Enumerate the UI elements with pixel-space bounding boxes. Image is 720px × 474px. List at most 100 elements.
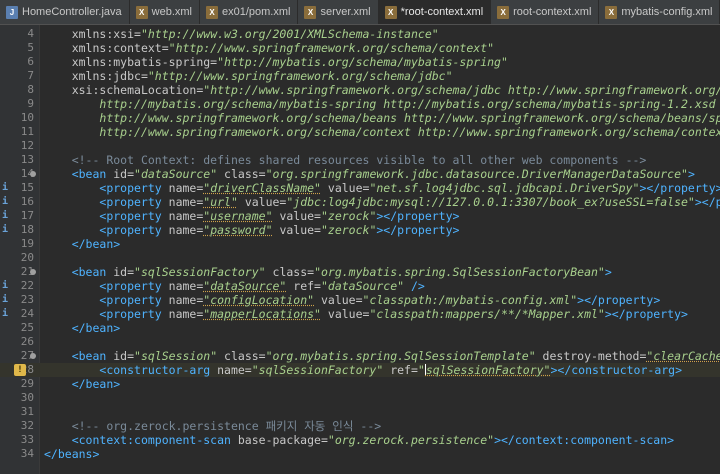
code-text[interactable]: <property name="mapperLocations" value="… [44, 307, 688, 321]
code-token: value= [320, 307, 370, 321]
code-line[interactable]: 25 </bean> [0, 321, 720, 335]
xml-file-icon: X [605, 5, 618, 19]
info-marker-icon[interactable]: i [2, 195, 8, 209]
code-line[interactable]: 19 </bean> [0, 237, 720, 251]
code-token: xmlns:xsi= [71, 27, 141, 41]
code-line[interactable]: 27 <bean id="sqlSession" class="org.myba… [0, 349, 720, 363]
code-line[interactable]: 17 i <property name="username" value="zer… [0, 209, 720, 223]
code-line[interactable]: 18 i <property name="password" value="zer… [0, 223, 720, 237]
info-marker-icon[interactable]: i [2, 181, 8, 195]
code-text[interactable]: </beans> [44, 447, 99, 461]
code-text[interactable]: <property name="url" value="jdbc:log4jdb… [44, 195, 720, 209]
editor-tab-label: HomeController.java [22, 6, 122, 18]
editor-tab[interactable]: Xex01/pom.xml [200, 0, 299, 24]
code-text[interactable]: <context:component-scan base-package="or… [44, 433, 674, 447]
code-line[interactable]: 22 i <property name="dataSource" ref="dat… [0, 279, 720, 293]
code-line[interactable]: 13 <!-- Root Context: defines shared res… [0, 153, 720, 167]
code-line[interactable]: 4 xmlns:xsi="http://www.w3.org/2001/XMLS… [0, 27, 720, 41]
code-line[interactable]: 23 i <property name="configLocation" valu… [0, 293, 720, 307]
info-marker-icon[interactable]: i [2, 293, 8, 307]
line-number: 27 [20, 349, 34, 362]
code-text[interactable]: <property name="password" value="zerock"… [44, 223, 459, 237]
code-token: sqlSessionFactory" [425, 363, 551, 377]
code-token: class= [217, 167, 266, 181]
editor-tab[interactable]: Xweb.xml [130, 0, 200, 24]
code-line[interactable]: 5 xmlns:context="http://www.springframew… [0, 41, 720, 55]
code-line[interactable]: 6 xmlns:mybatis-spring="http://mybatis.o… [0, 55, 720, 69]
code-token: "mapperLocations" [203, 307, 321, 321]
editor-tab[interactable]: Xserver.xml [298, 0, 379, 24]
code-token: ></property> [694, 195, 720, 209]
code-text[interactable]: xmlns:jdbc="http://www.springframework.o… [44, 69, 453, 83]
code-text[interactable]: http://www.springframework.org/schema/be… [44, 111, 720, 125]
code-text[interactable]: <property name="dataSource" ref="dataSou… [44, 279, 424, 293]
xml-file-icon: X [497, 5, 510, 19]
code-token: ></constructor-arg> [550, 363, 683, 377]
code-line[interactable]: 30 [0, 391, 720, 405]
fold-toggle-icon[interactable] [30, 269, 36, 275]
code-text[interactable]: <bean id="dataSource" class="org.springf… [44, 167, 695, 181]
code-line[interactable]: 9 http://mybatis.org/schema/mybatis-spri… [0, 97, 720, 111]
editor-tab[interactable]: Xroot-context.xml [491, 0, 600, 24]
editor-tab[interactable]: X *root-context.xml [378, 0, 492, 24]
code-line[interactable]: 33 <context:component-scan base-package=… [0, 433, 720, 447]
code-token: ref= [286, 279, 321, 293]
code-line[interactable]: 8 xsi:schemaLocation="http://www.springf… [0, 83, 720, 97]
code-text[interactable]: http://www.springframework.org/schema/co… [44, 125, 720, 139]
code-line[interactable]: 12 [0, 139, 720, 153]
code-text[interactable]: http://mybatis.org/schema/mybatis-spring… [44, 97, 715, 111]
code-line[interactable]: 34 </beans> [0, 447, 720, 461]
code-text[interactable]: <bean id="sqlSessionFactory" class="org.… [44, 265, 612, 279]
info-marker-icon[interactable]: i [2, 223, 8, 237]
code-text[interactable]: xmlns:context="http://www.springframewor… [44, 41, 494, 55]
code-token: "http://www.springframework.org/schema/j… [203, 83, 720, 97]
editor-tab[interactable]: Xmybatis-config.xml [599, 0, 720, 24]
info-marker-icon[interactable]: i [2, 279, 8, 293]
code-text[interactable]: xmlns:mybatis-spring="http://mybatis.org… [44, 55, 508, 69]
editor-tab-label: *root-context.xml [400, 6, 484, 18]
info-marker-icon[interactable]: i [2, 307, 8, 321]
code-text[interactable]: <!-- Root Context: defines shared resour… [44, 153, 647, 167]
code-line[interactable]: 20 [0, 251, 720, 265]
fold-toggle-icon[interactable] [30, 353, 36, 359]
code-line[interactable]: 26 [0, 335, 720, 349]
code-text[interactable]: <bean id="sqlSession" class="org.mybatis… [44, 349, 720, 363]
code-line[interactable]: 28! <constructor-arg name="sqlSessionFac… [0, 363, 720, 377]
warning-marker-icon[interactable]: ! [14, 364, 26, 376]
editor-tab-label: root-context.xml [513, 6, 592, 18]
code-text[interactable]: </bean> [44, 321, 120, 335]
code-text[interactable]: <property name="username" value="zerock"… [44, 209, 459, 223]
code-line[interactable]: 16 i <property name="url" value="jdbc:log… [0, 195, 720, 209]
code-line[interactable]: 10 http://www.springframework.org/schema… [0, 111, 720, 125]
code-text[interactable]: <!-- org.zerock.persistence 패키지 자동 인식 --… [44, 419, 381, 433]
code-line[interactable]: 15 i <property name="driverClassName" val… [0, 181, 720, 195]
code-line[interactable]: 32 <!-- org.zerock.persistence 패키지 자동 인식… [0, 419, 720, 433]
code-text[interactable]: </bean> [44, 377, 120, 391]
code-token: ></context:component-scan> [494, 433, 675, 447]
code-text[interactable]: <constructor-arg name="sqlSessionFactory… [44, 363, 682, 377]
code-line[interactable]: 24 i <property name="mapperLocations" val… [0, 307, 720, 321]
code-line[interactable]: 11 http://www.springframework.org/schema… [0, 125, 720, 139]
code-line[interactable]: 21 <bean id="sqlSessionFactory" class="o… [0, 265, 720, 279]
code-line[interactable]: 14 <bean id="dataSource" class="org.spri… [0, 167, 720, 181]
code-text[interactable]: </bean> [44, 237, 120, 251]
info-marker-icon[interactable]: i [2, 209, 8, 223]
editor-tab[interactable]: J HomeController.java [0, 0, 130, 24]
code-editor[interactable]: 4 xmlns:xsi="http://www.w3.org/2001/XMLS… [0, 25, 720, 474]
fold-toggle-icon[interactable] [30, 171, 36, 177]
code-token: base-package= [237, 433, 328, 447]
code-line[interactable]: 29 </bean> [0, 377, 720, 391]
code-text[interactable]: <property name="driverClassName" value="… [44, 181, 720, 195]
code-line[interactable]: 31 [0, 405, 720, 419]
code-text[interactable]: xsi:schemaLocation="http://www.springfra… [44, 83, 720, 97]
code-token: "dataSource" [320, 279, 405, 293]
code-token: http://www.springframework.org/schema/be… [99, 111, 720, 125]
code-text[interactable]: <property name="configLocation" value="c… [44, 293, 660, 307]
code-token: "org.zerock.persistence" [327, 433, 495, 447]
code-text[interactable]: xmlns:xsi="http://www.w3.org/2001/XMLSch… [44, 27, 439, 41]
code-token: <bean [71, 349, 114, 363]
code-line[interactable]: 7 xmlns:jdbc="http://www.springframework… [0, 69, 720, 83]
